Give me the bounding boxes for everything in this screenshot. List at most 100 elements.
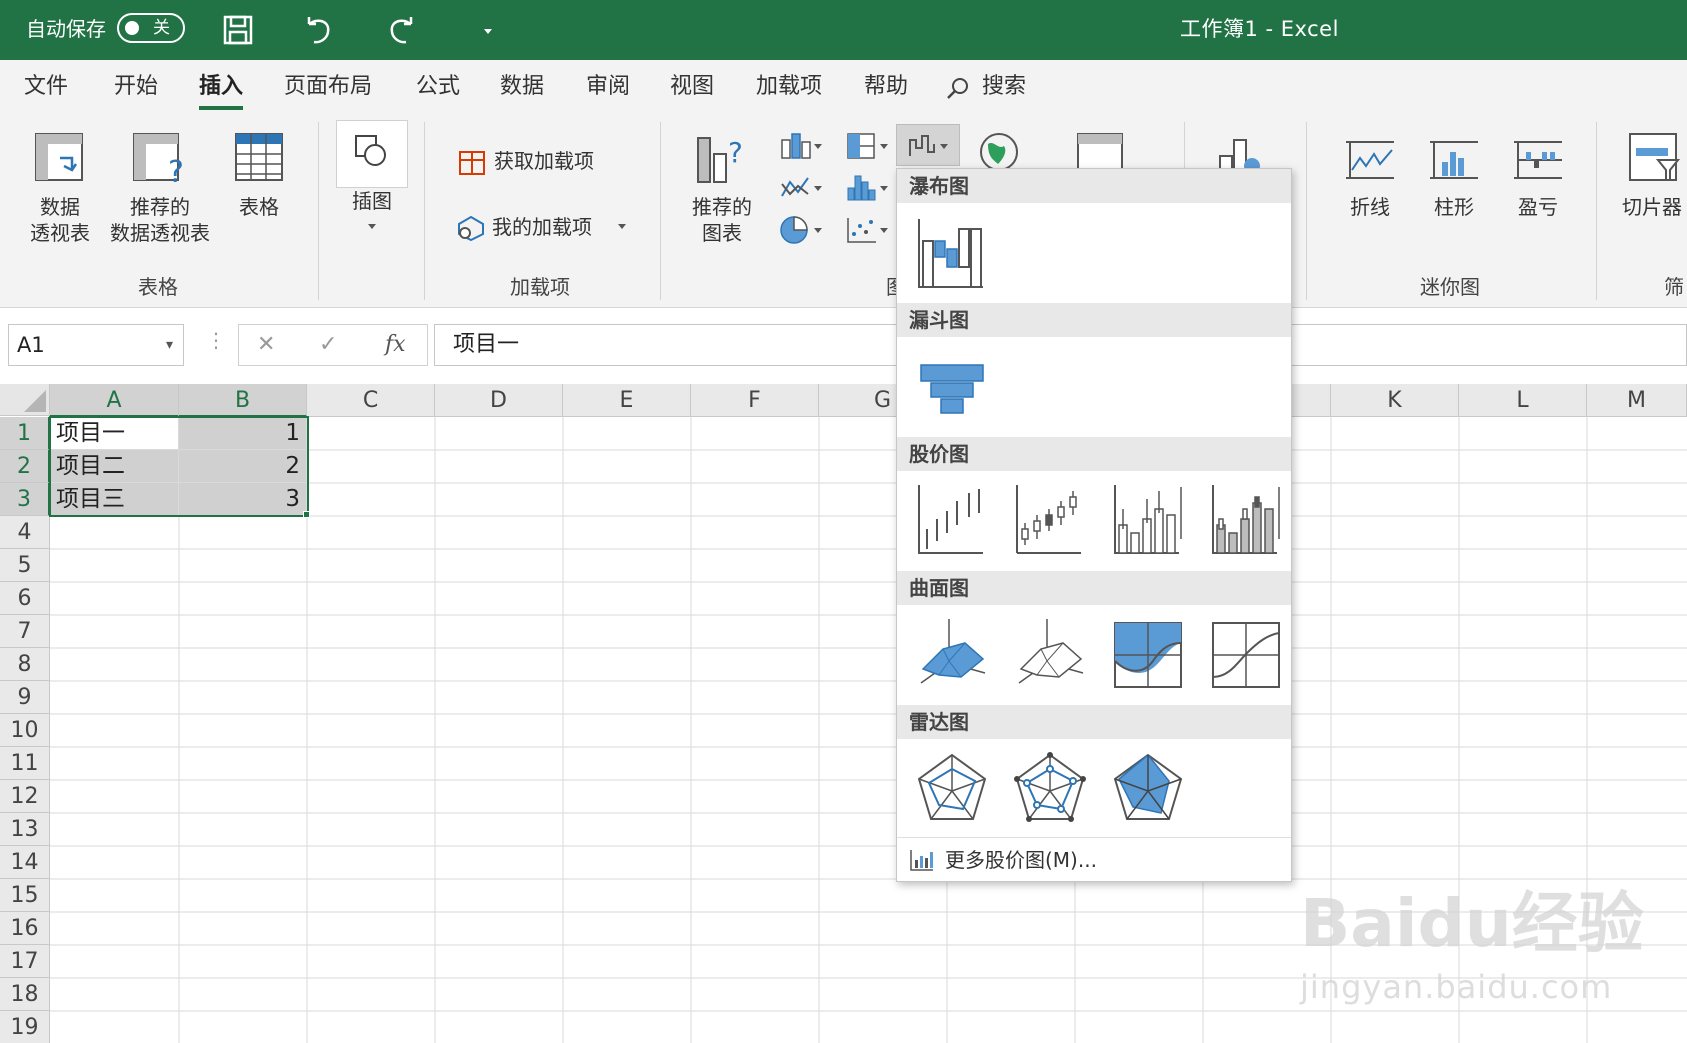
my-addins-label[interactable]: 我的加载项	[492, 214, 592, 240]
tab-search[interactable]: 搜索	[982, 72, 1026, 102]
row-header-9[interactable]: 9	[0, 681, 50, 714]
sparkline-column-icon[interactable]	[1428, 136, 1480, 184]
recommended-charts-icon[interactable]: ?	[694, 132, 750, 186]
table-icon[interactable]	[234, 132, 284, 182]
column-header-l[interactable]: L	[1459, 384, 1587, 417]
stock-vohlc-option[interactable]	[1207, 479, 1285, 561]
row-header-18[interactable]: 18	[0, 978, 50, 1011]
cell-a2[interactable]: 项目二	[50, 450, 179, 483]
recommended-pivot-icon[interactable]: ?	[132, 132, 188, 186]
column-header-a[interactable]: A	[50, 384, 179, 417]
filled-radar-option[interactable]	[1109, 747, 1187, 829]
row-header-11[interactable]: 11	[0, 747, 50, 780]
tab-page-layout[interactable]: 页面布局	[284, 72, 372, 102]
row-header-1[interactable]: 1	[0, 417, 50, 450]
recommended-charts-label-1[interactable]: 推荐的	[680, 194, 764, 220]
cancel-icon[interactable]: ✕	[257, 329, 275, 361]
radar-option[interactable]	[913, 747, 991, 829]
statistic-chart-icon[interactable]	[844, 172, 892, 204]
recommended-pivot-label-2[interactable]: 数据透视表	[104, 220, 216, 246]
wireframe-surface-3d-option[interactable]	[1011, 613, 1089, 695]
column-header-c[interactable]: C	[307, 384, 435, 417]
more-stock-charts-item[interactable]: 更多股价图(M)...	[897, 837, 1291, 881]
radar-markers-option[interactable]	[1011, 747, 1089, 829]
stock-hlc-option[interactable]	[913, 479, 991, 561]
redo-icon[interactable]	[384, 12, 420, 48]
sparkline-winloss-label[interactable]: 盈亏	[1504, 194, 1572, 220]
line-chart-icon[interactable]	[778, 172, 826, 204]
tab-help[interactable]: 帮助	[864, 72, 908, 102]
waterfall-chart-option[interactable]	[913, 213, 991, 295]
pivot-table-icon[interactable]	[34, 132, 84, 182]
row-header-19[interactable]: 19	[0, 1011, 50, 1043]
row-header-8[interactable]: 8	[0, 648, 50, 681]
my-addins-dropdown-icon[interactable]	[616, 222, 628, 232]
slicer-icon[interactable]	[1626, 130, 1682, 186]
row-header-5[interactable]: 5	[0, 549, 50, 582]
pie-chart-icon[interactable]	[778, 214, 826, 246]
row-header-4[interactable]: 4	[0, 516, 50, 549]
pivot-table-label-2[interactable]: 透视表	[20, 220, 100, 246]
column-header-f[interactable]: F	[691, 384, 819, 417]
tab-home[interactable]: 开始	[114, 72, 158, 102]
row-header-12[interactable]: 12	[0, 780, 50, 813]
name-box[interactable]: A1 ▾	[8, 324, 184, 366]
get-addins-label[interactable]: 获取加载项	[494, 148, 594, 174]
recommended-charts-label-2[interactable]: 图表	[680, 220, 764, 246]
illustrations-dropdown-icon[interactable]	[366, 222, 378, 232]
my-addins-icon[interactable]	[456, 214, 486, 242]
customize-qat-icon[interactable]	[470, 12, 506, 48]
save-icon[interactable]	[220, 12, 256, 48]
store-icon[interactable]	[458, 148, 486, 176]
hierarchy-chart-icon[interactable]	[844, 130, 892, 162]
enter-icon[interactable]: ✓	[319, 329, 337, 361]
fill-handle[interactable]	[303, 511, 310, 518]
tab-formulas[interactable]: 公式	[416, 72, 460, 102]
recommended-pivot-label-1[interactable]: 推荐的	[104, 194, 216, 220]
wireframe-contour-option[interactable]	[1207, 613, 1285, 695]
row-header-7[interactable]: 7	[0, 615, 50, 648]
tab-insert[interactable]: 插入	[199, 72, 244, 110]
row-header-2[interactable]: 2	[0, 450, 50, 483]
column-header-m[interactable]: M	[1587, 384, 1687, 417]
cell-a3[interactable]: 项目三	[50, 483, 179, 516]
sparkline-line-icon[interactable]	[1344, 136, 1396, 184]
table-label[interactable]: 表格	[224, 194, 294, 220]
tab-data[interactable]: 数据	[500, 72, 544, 102]
search-icon[interactable]	[944, 75, 972, 103]
insert-function-icon[interactable]: fx	[385, 329, 406, 361]
cell-b1[interactable]: 1	[179, 417, 307, 450]
row-header-15[interactable]: 15	[0, 879, 50, 912]
column-header-e[interactable]: E	[563, 384, 691, 417]
tab-review[interactable]: 审阅	[586, 72, 630, 102]
undo-icon[interactable]	[300, 12, 336, 48]
select-all-button[interactable]	[0, 384, 50, 416]
name-box-dropdown-icon[interactable]: ▾	[166, 325, 173, 365]
column-header-k[interactable]: K	[1331, 384, 1459, 417]
pivot-table-label-1[interactable]: 数据	[20, 194, 100, 220]
column-header-b[interactable]: B	[179, 384, 307, 417]
scatter-chart-icon[interactable]	[844, 214, 892, 246]
sparkline-column-label[interactable]: 柱形	[1420, 194, 1488, 220]
sparkline-winloss-icon[interactable]	[1512, 136, 1564, 184]
funnel-chart-option[interactable]	[913, 345, 991, 427]
tab-file[interactable]: 文件	[24, 72, 68, 102]
cell-b3[interactable]: 3	[179, 483, 307, 516]
stock-vhlc-option[interactable]	[1109, 479, 1187, 561]
surface-3d-option[interactable]	[913, 613, 991, 695]
row-header-16[interactable]: 16	[0, 912, 50, 945]
row-header-17[interactable]: 17	[0, 945, 50, 978]
cell-b2[interactable]: 2	[179, 450, 307, 483]
stock-ohlc-option[interactable]	[1011, 479, 1089, 561]
tab-addins[interactable]: 加载项	[756, 72, 822, 102]
more-options-icon[interactable]: ⋮	[206, 328, 226, 352]
row-header-6[interactable]: 6	[0, 582, 50, 615]
column-chart-icon[interactable]	[778, 130, 826, 162]
slicer-label[interactable]: 切片器	[1622, 194, 1687, 220]
row-header-14[interactable]: 14	[0, 846, 50, 879]
cell-a1[interactable]: 项目一	[50, 417, 179, 450]
tab-view[interactable]: 视图	[670, 72, 714, 102]
contour-option[interactable]	[1109, 613, 1187, 695]
sparkline-line-label[interactable]: 折线	[1336, 194, 1404, 220]
row-header-13[interactable]: 13	[0, 813, 50, 846]
